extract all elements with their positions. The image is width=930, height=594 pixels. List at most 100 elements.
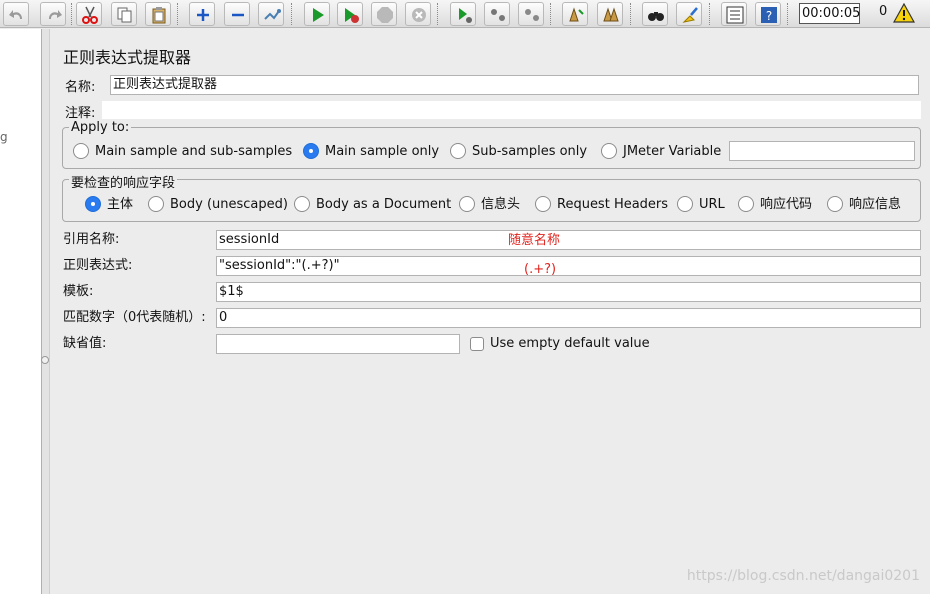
use-empty-default-checkbox[interactable] [470,337,484,351]
expand-icon [197,9,209,21]
page-title: 正则表达式提取器 [63,48,192,67]
radio-label: Request Headers [557,197,669,212]
radio-label: 响应信息 [849,197,902,212]
pane-splitter[interactable] [42,29,50,594]
template-label: 模板: [63,284,94,299]
radio-button[interactable] [827,196,843,212]
reference-name-field[interactable]: sessionId [216,230,921,250]
radio-button[interactable] [459,196,475,212]
elapsed-timer: 00:00:05 [799,3,860,24]
test-plan-tree[interactable]: g [0,29,42,594]
warning-icon[interactable] [893,3,915,23]
regex-annotation: (.+?) [524,262,557,277]
radio-button[interactable] [450,143,466,159]
copy-icon [117,7,132,23]
reset-search-icon [682,7,698,23]
comment-label: 注释: [65,106,96,121]
toggle-button[interactable] [258,2,284,26]
function-helper-button[interactable] [721,2,747,26]
svg-text:?: ? [766,9,772,23]
remote-start-icon [459,8,472,23]
toolbar: ? 00:00:05 0 [0,0,930,28]
radio-label: Sub-samples only [472,144,588,159]
regex-field[interactable]: "sessionId":"(.+?)" [216,256,921,276]
reset-search-button[interactable] [676,2,702,26]
paste-icon [152,7,166,24]
radio-label: 主体 [107,197,134,212]
default-value-field[interactable] [216,334,460,354]
shutdown-icon [412,8,426,22]
watermark: https://blog.csdn.net/dangai0201 [686,568,920,584]
name-label: 名称: [65,80,96,95]
remote-start-button[interactable] [450,2,476,26]
regex-label: 正则表达式: [63,258,133,273]
field-to-check-legend: 要检查的响应字段 [69,172,178,191]
remote-stop-icon [491,9,505,21]
toolbar-separator [437,3,438,25]
toolbar-separator [630,3,631,25]
undo-button[interactable] [3,2,29,26]
radio-label: Body (unescaped) [170,197,288,212]
radio-button[interactable] [601,143,617,159]
clear-button[interactable] [562,2,588,26]
paste-button[interactable] [145,2,171,26]
toggle-icon [264,9,281,20]
radio-label: 信息头 [481,197,521,212]
apply-to-legend: Apply to: [69,120,132,135]
clear-icon [569,7,584,22]
cut-icon [82,6,98,24]
copy-button[interactable] [111,2,137,26]
redo-button[interactable] [40,2,66,26]
function-helper-icon [726,6,744,24]
radio-button-selected[interactable] [85,196,101,212]
radio-button[interactable] [294,196,310,212]
reference-name-label: 引用名称: [63,232,120,247]
remote-shutdown-button[interactable] [518,2,544,26]
radio-label: Main sample and sub-samples [95,144,293,159]
radio-button[interactable] [738,196,754,212]
radio-label: Main sample only [325,144,440,159]
undo-icon [9,10,22,19]
stop-button[interactable] [371,2,397,26]
cut-button[interactable] [76,2,102,26]
tree-node-text[interactable]: g [0,130,8,144]
radio-label: Body as a Document [316,197,452,212]
use-empty-default-label: Use empty default value [490,336,650,351]
collapse-button[interactable] [224,2,250,26]
name-field[interactable]: 正则表达式提取器 [110,75,919,95]
default-value-label: 缺省值: [63,336,107,351]
match-number-field[interactable]: 0 [216,308,921,328]
match-number-label: 匹配数字（0代表随机）: [63,310,206,325]
start-no-pause-button[interactable] [337,2,363,26]
start-no-pause-icon [345,8,359,23]
jmeter-variable-input[interactable] [729,141,915,161]
clear-all-icon [603,7,619,22]
collapse-icon [232,13,244,17]
radio-label: URL [699,197,725,212]
toolbar-separator [550,3,551,25]
radio-button[interactable] [73,143,89,159]
start-button[interactable] [304,2,330,26]
toolbar-separator [71,3,72,25]
clear-all-button[interactable] [597,2,623,26]
stop-icon [377,7,393,23]
expand-button[interactable] [189,2,215,26]
splitter-grip-icon[interactable] [41,356,49,364]
template-field[interactable]: $1$ [216,282,921,302]
help-button[interactable]: ? [755,2,781,26]
shutdown-button[interactable] [405,2,431,26]
search-icon [648,12,664,21]
remote-stop-button[interactable] [484,2,510,26]
radio-label: JMeter Variable [623,144,722,159]
search-button[interactable] [642,2,668,26]
reference-name-annotation: 随意名称 [508,233,561,248]
redo-icon [49,10,62,19]
toolbar-separator [291,3,292,25]
comment-field[interactable] [102,101,921,119]
radio-button-selected[interactable] [303,143,319,159]
remote-shutdown-icon [525,9,539,21]
radio-button[interactable] [535,196,551,212]
radio-button[interactable] [677,196,693,212]
radio-button[interactable] [148,196,164,212]
toolbar-separator [709,3,710,25]
